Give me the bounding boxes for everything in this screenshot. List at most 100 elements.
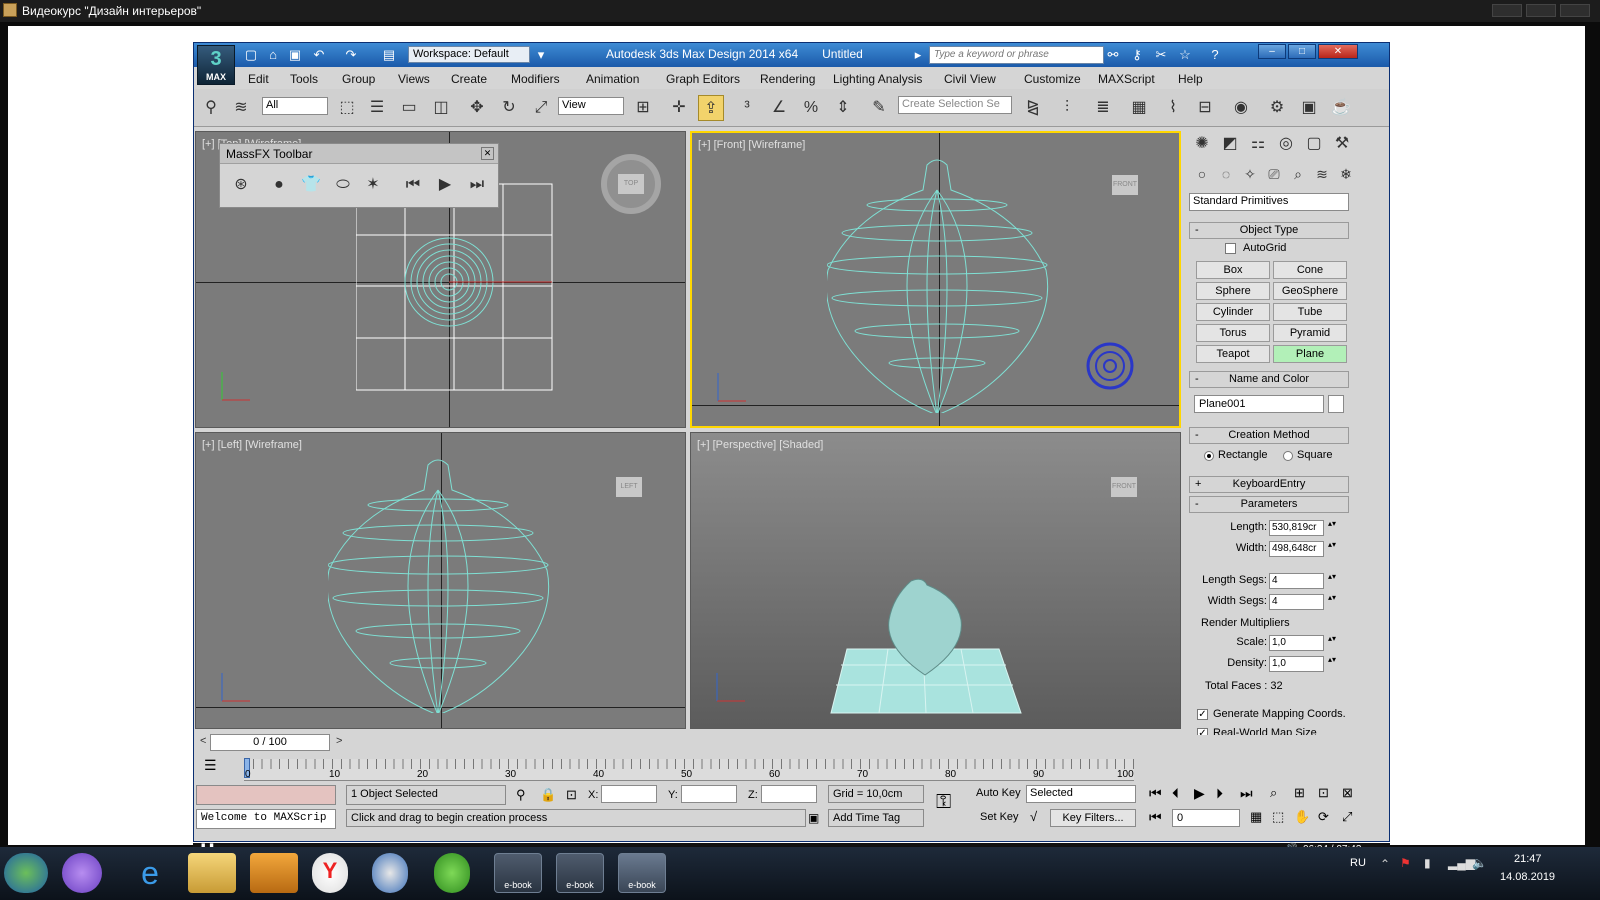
width-segs-spinner-icon[interactable]: ▴▾: [1328, 593, 1336, 602]
language-indicator[interactable]: RU: [1350, 857, 1366, 869]
viewcube-perspective[interactable]: FRONT: [1111, 477, 1137, 497]
length-segs-spinner-icon[interactable]: ▴▾: [1328, 572, 1336, 581]
create-tab-icon[interactable]: ✺: [1189, 131, 1215, 157]
rollout-keyboard-entry[interactable]: + KeyboardEntry: [1189, 476, 1349, 493]
link-icon[interactable]: ⚲: [198, 95, 224, 121]
mirror-icon[interactable]: ⧎: [1020, 95, 1046, 121]
geosphere-button[interactable]: GeoSphere: [1273, 282, 1347, 300]
maximize-button[interactable]: [1526, 4, 1556, 17]
workspace-dropdown[interactable]: Workspace: Default: [408, 46, 530, 63]
current-frame-field[interactable]: 0: [1172, 809, 1240, 827]
rect-selection-icon[interactable]: ▭: [396, 95, 422, 121]
helpers-icon[interactable]: ⌕: [1285, 161, 1311, 187]
help-icon[interactable]: ?: [1206, 47, 1224, 63]
ebook-task-1[interactable]: e-book: [494, 853, 542, 893]
start-simulation-icon[interactable]: ▶: [432, 172, 458, 198]
rotate-icon[interactable]: ↻: [496, 95, 522, 121]
key-filter-icon[interactable]: √: [1030, 809, 1037, 824]
open-icon[interactable]: ⌂: [264, 47, 282, 63]
tools-icon[interactable]: ✂: [1152, 47, 1170, 63]
maxscript-listener-pink[interactable]: [196, 785, 336, 805]
app-close-button[interactable]: ✕: [1318, 44, 1358, 59]
star-icon[interactable]: ☆: [1176, 47, 1194, 63]
geometry-icon[interactable]: ○: [1189, 161, 1215, 187]
isolate-icon[interactable]: ⚲: [516, 787, 526, 803]
torus-button[interactable]: Torus: [1196, 324, 1270, 342]
explorer-icon[interactable]: [188, 853, 236, 893]
add-time-tag-button[interactable]: Add Time Tag: [828, 809, 924, 827]
gen-mapping-checkbox[interactable]: ✓: [1197, 709, 1208, 720]
absolute-mode-icon[interactable]: ⊡: [566, 787, 577, 803]
modify-tab-icon[interactable]: ◩: [1217, 131, 1243, 157]
pivot-center-icon[interactable]: ⊞: [630, 95, 656, 121]
x-coord-field[interactable]: [601, 785, 657, 803]
constraint-icon[interactable]: ⬭: [330, 172, 356, 198]
prev-frame-icon[interactable]: <: [200, 735, 210, 747]
rollout-creation-method[interactable]: - Creation Method: [1189, 427, 1349, 444]
edit-named-sets-icon[interactable]: ✎: [866, 95, 892, 121]
plane-button[interactable]: Plane: [1273, 345, 1347, 363]
selection-set-dropdown[interactable]: Create Selection Se: [898, 96, 1012, 114]
category-dropdown[interactable]: Standard Primitives: [1189, 193, 1349, 211]
rigid-body-icon[interactable]: ●: [266, 172, 292, 198]
menu-help[interactable]: Help: [1178, 72, 1203, 86]
play-arrow-icon[interactable]: ▸: [909, 47, 927, 63]
menu-customize[interactable]: Customize: [1024, 72, 1081, 86]
rollout-name-color[interactable]: - Name and Color: [1189, 371, 1349, 388]
step-simulation-icon[interactable]: ⏭: [464, 172, 490, 198]
track-bar[interactable]: 0 10 20 30 40 50 60 70 80 90 100: [244, 758, 1134, 781]
maxscript-listener[interactable]: Welcome to MAXScrip: [196, 809, 336, 829]
maximize-viewport-icon[interactable]: ⤢: [1342, 809, 1352, 825]
viewcube-front[interactable]: FRONT: [1112, 175, 1138, 195]
redo-icon[interactable]: ↷: [342, 47, 360, 63]
render-setup-icon[interactable]: ⚙: [1264, 95, 1290, 121]
align-icon[interactable]: ⫶: [1054, 95, 1080, 121]
window-crossing-icon[interactable]: ◫: [428, 95, 454, 121]
binoculars-icon[interactable]: ⚯: [1104, 47, 1122, 63]
length-segs-field[interactable]: 4: [1269, 573, 1324, 589]
percent-snap-icon[interactable]: %: [798, 95, 824, 121]
key-filters-button[interactable]: Key Filters...: [1050, 809, 1136, 827]
lights-icon[interactable]: ✧: [1237, 161, 1263, 187]
new-icon[interactable]: ▢: [242, 47, 260, 63]
teapot-button[interactable]: Teapot: [1196, 345, 1270, 363]
rollout-parameters[interactable]: - Parameters: [1189, 496, 1349, 513]
menu-views[interactable]: Views: [398, 72, 430, 86]
cameras-icon[interactable]: ⎚: [1261, 161, 1287, 187]
move-icon[interactable]: ✥: [464, 95, 490, 121]
box-button[interactable]: Box: [1196, 261, 1270, 279]
curve-editor-icon[interactable]: ⌇: [1160, 95, 1186, 121]
pan-icon[interactable]: ✋: [1294, 809, 1310, 825]
chevron-down-icon[interactable]: ▾: [532, 47, 550, 63]
ragdoll-icon[interactable]: ✶: [360, 172, 386, 198]
prev-key-icon[interactable]: ⏴: [1172, 785, 1179, 802]
menu-group[interactable]: Group: [342, 72, 375, 86]
alice-icon[interactable]: [62, 853, 102, 893]
cone-button[interactable]: Cone: [1273, 261, 1347, 279]
bind-spacewarp-icon[interactable]: ≋: [228, 95, 254, 121]
set-key-button[interactable]: Set Key: [980, 811, 1019, 823]
utorrent-icon[interactable]: [434, 853, 470, 893]
width-segs-field[interactable]: 4: [1269, 594, 1324, 610]
tube-button[interactable]: Tube: [1273, 303, 1347, 321]
square-radio[interactable]: [1283, 451, 1293, 461]
y-coord-field[interactable]: [681, 785, 737, 803]
app-logo[interactable]: 3 MAX: [197, 45, 235, 85]
shapes-icon[interactable]: ◌: [1213, 161, 1239, 187]
rollout-object-type[interactable]: - Object Type: [1189, 222, 1349, 239]
ebook-task-2[interactable]: e-book: [556, 853, 604, 893]
tray-up-icon[interactable]: ⌃: [1380, 857, 1390, 871]
menu-rendering[interactable]: Rendering: [760, 72, 815, 86]
layer-manager-icon[interactable]: ≣: [1090, 95, 1116, 121]
time-tag-icon[interactable]: ▣: [808, 811, 819, 825]
network-icon[interactable]: ▂▄▆: [1448, 856, 1475, 870]
systems-icon[interactable]: ❄: [1333, 161, 1359, 187]
graphite-ribbon-icon[interactable]: ▦: [1126, 95, 1152, 121]
play-icon[interactable]: ▶: [1194, 785, 1205, 802]
angle-snap-icon[interactable]: ∠: [766, 95, 792, 121]
key-mode-dropdown[interactable]: Selected: [1026, 785, 1136, 803]
scale-icon[interactable]: ⤢: [528, 95, 554, 121]
close-button[interactable]: [1560, 4, 1590, 17]
project-folder-icon[interactable]: ▤: [380, 47, 398, 63]
ref-coord-dropdown[interactable]: View: [558, 97, 624, 115]
